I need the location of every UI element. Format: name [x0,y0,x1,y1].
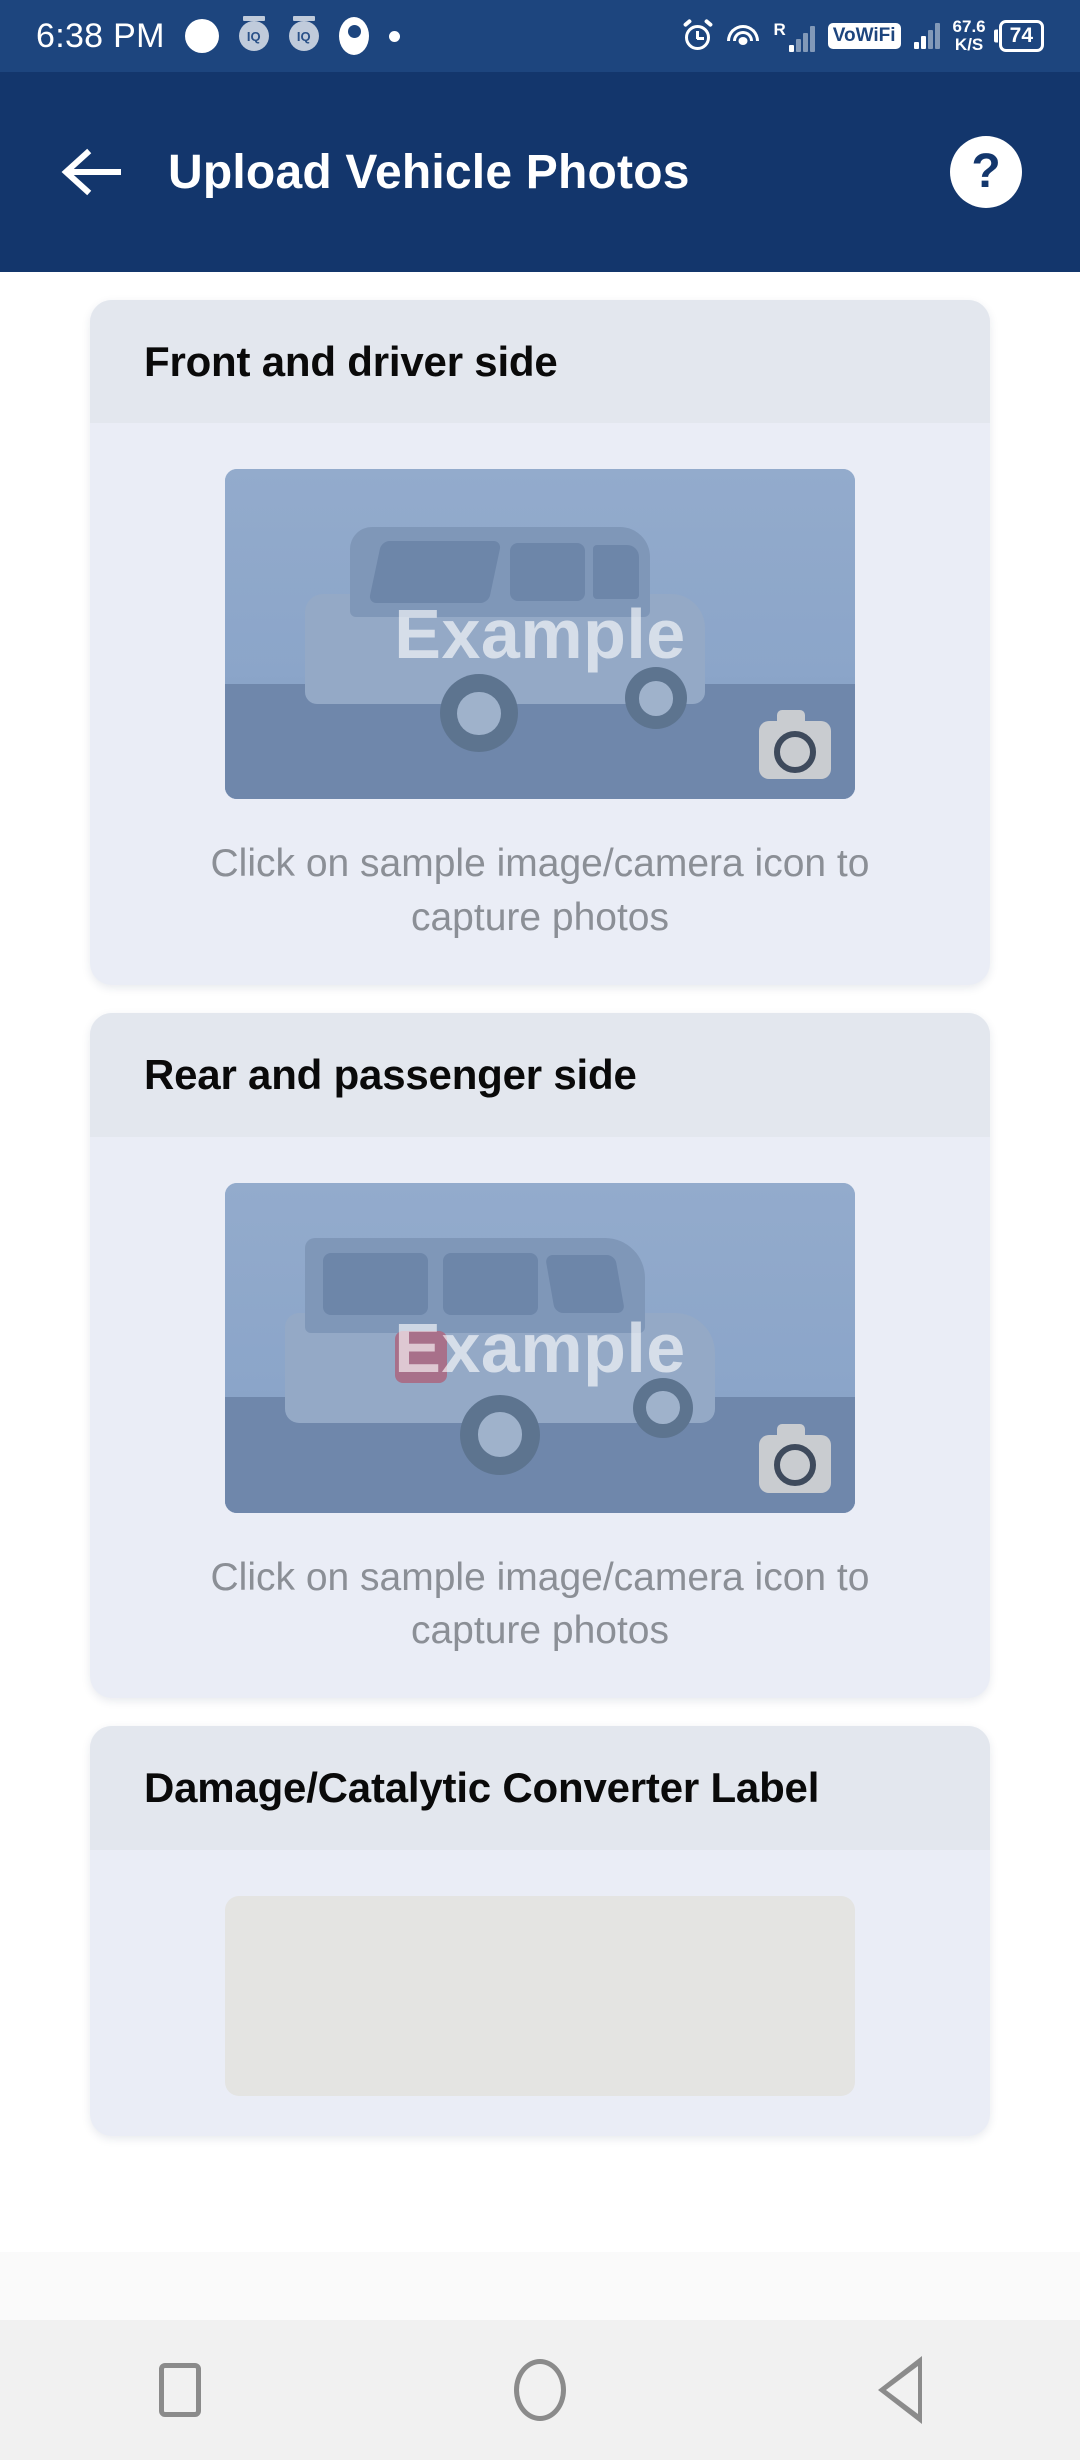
battery-indicator: 74 [998,20,1044,52]
small-dot-icon [388,30,400,42]
photo-upload-list[interactable]: Front and driver side Example Click on s… [0,272,1080,2252]
location-pin-icon [338,17,369,55]
card-title: Rear and passenger side [144,1051,637,1099]
system-nav-bar [0,2320,1080,2460]
sample-image-wrapper: Example [90,469,990,800]
page-title: Upload Vehicle Photos [168,145,690,199]
triangle-back-icon [878,2356,922,2424]
recents-button[interactable] [105,2340,255,2440]
status-bar-left: 6:38 PM IQ IQ [36,17,400,56]
card-title: Front and driver side [144,338,558,385]
car-front-wheel [633,1377,693,1438]
sample-image-rear-passenger[interactable]: Example [225,1182,855,1513]
card-body: Example Click on sample image/camera ico… [90,1137,990,1699]
card-header: Damage/Catalytic Converter Label [90,1726,990,1850]
card-title: Damage/Catalytic Converter Label [144,1764,820,1812]
circle-home-icon [514,2359,566,2421]
wifi-icon [726,22,760,50]
iq-graduation-icon-2: IQ [288,21,319,51]
system-back-button[interactable] [825,2340,975,2440]
status-bar: 6:38 PM IQ IQ R VoWiFi 67.6 K/S 74 [0,0,1080,72]
car-front-wheel [440,674,518,753]
capture-hint-text: Click on sample image/camera icon to cap… [210,1555,870,1653]
card-body [90,1850,990,2136]
car-taillight-shape [395,1330,447,1383]
network-speed-unit: K/S [954,35,984,54]
camera-icon[interactable] [759,1423,831,1493]
photo-card-damage-catalytic: Damage/Catalytic Converter Label [90,1726,990,2136]
help-button[interactable]: ? [950,136,1022,208]
status-bar-right: R VoWiFi 67.6 K/S 74 [683,18,1044,54]
back-arrow-icon [61,148,121,196]
app-bar: Upload Vehicle Photos ? [0,72,1080,272]
help-question-icon: ? [971,145,1001,198]
iq-graduation-icon: IQ [238,21,269,51]
photo-card-front-driver: Front and driver side Example Click on s… [90,300,990,986]
car-rear-wheel [625,667,687,730]
sample-image-placeholder[interactable] [225,1895,855,2096]
roaming-signal-icon: R [773,19,815,52]
phone-screen: 6:38 PM IQ IQ R VoWiFi 67.6 K/S 74 Uploa… [0,0,1080,2460]
white-circle-icon [184,19,219,53]
card-header: Rear and passenger side [90,1013,990,1137]
square-recents-icon [159,2363,201,2417]
car-rear-wheel [460,1394,540,1475]
card-body: Example Click on sample image/camera ico… [90,423,990,985]
roaming-label: R [773,19,786,39]
sample-image-wrapper: Example [90,1182,990,1513]
car-rear-window-shape [593,545,639,600]
network-speed-indicator: 67.6 K/S [953,18,986,54]
car-rear-glass-shape [323,1252,428,1315]
network-speed-value: 67.6 [952,17,986,37]
signal-bars-icon [913,23,940,49]
alarm-icon [683,18,714,51]
home-button[interactable] [465,2340,615,2440]
nav-gap [0,2252,1080,2320]
back-button[interactable] [38,147,148,197]
car-side-window-shape [510,543,585,602]
car-side-window-shape [443,1252,538,1315]
car-windshield-shape [368,541,502,604]
sample-image-front-driver[interactable]: Example [225,469,855,800]
photo-card-rear-passenger: Rear and passenger side Example Click on… [90,1013,990,1699]
status-clock: 6:38 PM [36,16,165,55]
capture-hint-text: Click on sample image/camera icon to cap… [210,842,870,940]
vowifi-badge: VoWiFi [827,23,901,49]
camera-icon[interactable] [759,710,831,780]
car-front-window-shape [544,1254,626,1313]
card-header: Front and driver side [90,300,990,424]
